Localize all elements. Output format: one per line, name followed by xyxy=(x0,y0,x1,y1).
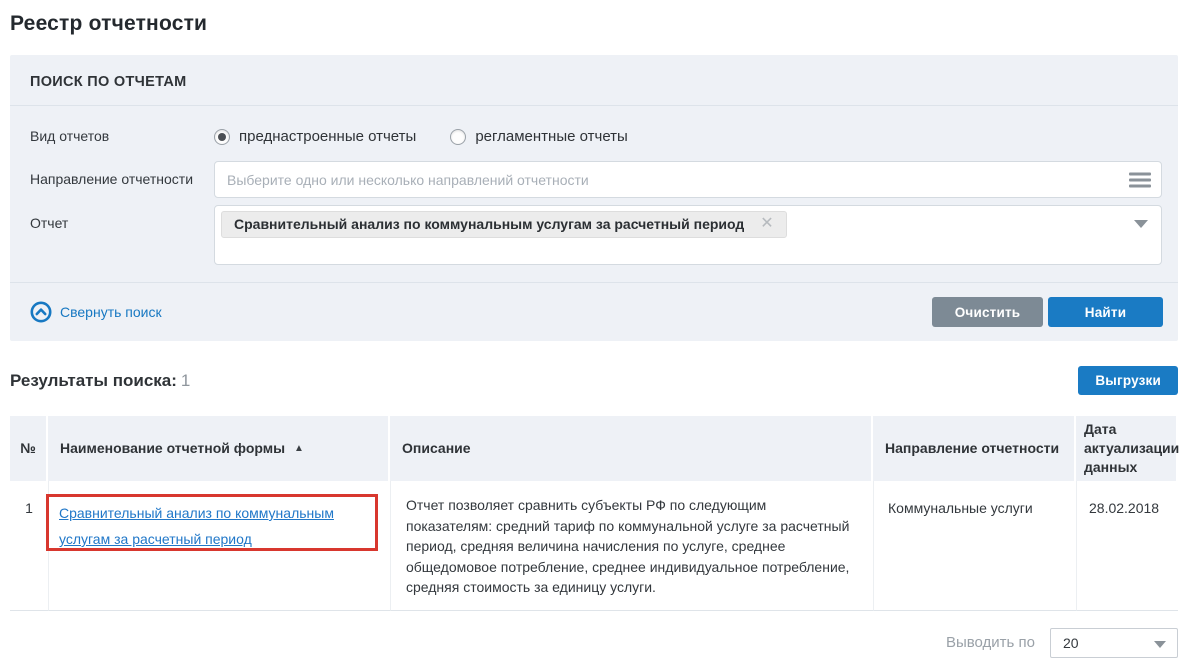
report-type-radio-group: преднастроенные отчеты регламентные отче… xyxy=(214,126,1162,145)
results-table: № Наименование отчетной формы ▲ Описание… xyxy=(10,416,1178,611)
column-header-num: № xyxy=(10,416,48,481)
report-registry-page: Реестр отчетности ПОИСК ПО ОТЧЕТАМ Вид о… xyxy=(0,12,1188,658)
search-panel-footer: Свернуть поиск Очистить Найти xyxy=(10,282,1178,341)
clear-button[interactable]: Очистить xyxy=(932,297,1043,327)
report-type-label: Вид отчетов xyxy=(30,128,214,144)
search-panel: ПОИСК ПО ОТЧЕТАМ Вид отчетов преднастрое… xyxy=(10,55,1178,341)
row-description-cell: Отчет позволяет сравнить субъекты РФ по … xyxy=(390,481,873,611)
row-date-cell: 28.02.2018 xyxy=(1076,481,1178,611)
radio-selected-icon[interactable] xyxy=(214,129,230,145)
results-count: 1 xyxy=(181,371,190,390)
page-title: Реестр отчетности xyxy=(10,12,1178,36)
direction-row: Направление отчетности xyxy=(30,161,1162,198)
pager: Выводить по 20 xyxy=(10,628,1178,658)
collapse-search-link[interactable]: Свернуть поиск xyxy=(30,301,162,323)
page-size-label: Выводить по xyxy=(946,634,1035,651)
list-menu-icon[interactable] xyxy=(1129,172,1151,187)
exports-button[interactable]: Выгрузки xyxy=(1078,366,1178,395)
row-name-cell: Сравнительный анализ по коммунальным усл… xyxy=(48,481,390,611)
sort-ascending-icon[interactable]: ▲ xyxy=(294,439,304,458)
results-label: Результаты поиска: xyxy=(10,371,177,390)
radio-unselected-icon[interactable] xyxy=(450,129,466,145)
results-bar: Результаты поиска:1 Выгрузки xyxy=(10,366,1178,395)
direction-label: Направление отчетности xyxy=(30,161,214,187)
direction-multiselect[interactable] xyxy=(214,161,1162,198)
search-form: Вид отчетов преднастроенные отчеты регла… xyxy=(10,106,1178,282)
report-label: Отчет xyxy=(30,205,214,231)
report-type-row: Вид отчетов преднастроенные отчеты регла… xyxy=(30,126,1162,145)
radio-regulated-label: регламентные отчеты xyxy=(475,128,628,145)
row-number-cell: 1 xyxy=(10,481,48,611)
column-header-name[interactable]: Наименование отчетной формы ▲ xyxy=(48,416,390,481)
find-button[interactable]: Найти xyxy=(1048,297,1163,327)
column-header-direction: Направление отчетности xyxy=(873,416,1076,481)
report-row: Отчет Сравнительный анализ по коммунальн… xyxy=(30,205,1162,265)
page-size-select[interactable]: 20 xyxy=(1050,628,1178,658)
results-summary: Результаты поиска:1 xyxy=(10,371,190,391)
column-header-date: Дата актуализации данных xyxy=(1076,416,1178,481)
selected-report-chip: Сравнительный анализ по коммунальным усл… xyxy=(221,211,787,238)
selected-report-chip-label: Сравнительный анализ по коммунальным усл… xyxy=(234,216,744,232)
collapse-search-label: Свернуть поиск xyxy=(60,304,162,320)
chevron-down-icon[interactable] xyxy=(1154,641,1166,648)
chevron-down-icon[interactable] xyxy=(1134,220,1148,228)
report-form-link[interactable]: Сравнительный анализ по коммунальным усл… xyxy=(59,505,334,547)
direction-input[interactable] xyxy=(215,172,1161,188)
radio-preconfigured-label: преднастроенные отчеты xyxy=(239,128,416,145)
radio-preconfigured-reports[interactable]: преднастроенные отчеты xyxy=(214,128,416,145)
column-header-description: Описание xyxy=(390,416,873,481)
report-multiselect[interactable]: Сравнительный анализ по коммунальным усл… xyxy=(214,205,1162,265)
page-size-value: 20 xyxy=(1051,635,1079,651)
row-direction-cell: Коммунальные услуги xyxy=(873,481,1076,611)
chip-remove-icon[interactable]: ✕ xyxy=(760,216,773,232)
chevron-up-circle-icon xyxy=(30,301,52,323)
search-panel-title: ПОИСК ПО ОТЧЕТАМ xyxy=(10,55,1178,106)
radio-regulated-reports[interactable]: регламентные отчеты xyxy=(450,128,628,145)
